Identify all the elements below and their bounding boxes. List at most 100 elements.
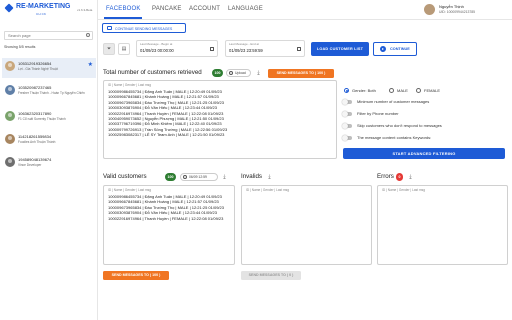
- gender-both-radio[interactable]: [344, 88, 349, 93]
- tab-account[interactable]: ACCOUNT: [189, 6, 220, 12]
- star-icon[interactable]: ★: [88, 62, 93, 68]
- search-icon[interactable]: [86, 33, 90, 37]
- keywords-toggle[interactable]: [342, 135, 352, 141]
- send-messages-invalid-button: SEND MESSAGES TO ( 0 ): [241, 271, 301, 280]
- sidebar: RE-MARKETING CLICK v1.6.3-Beta Showing 5…: [0, 0, 98, 320]
- end-date-field[interactable]: Last Message - End at 01/09/23 23:59:59: [225, 40, 305, 57]
- errors-title: Errors: [377, 173, 394, 180]
- download-icon[interactable]: ⤓: [222, 174, 227, 180]
- send-messages-all-button[interactable]: SEND MESSAGES TO ( 100 ): [268, 69, 334, 78]
- avatar: [5, 61, 15, 71]
- contact-name: F1 Cổ ruất Surrenty Thuận Thành: [18, 117, 66, 121]
- list-header: ID | Name | Gender | Last msg: [108, 83, 152, 87]
- contact-name: Fresher Thuận Thành - Hoàn Tp Nguyễn Chi…: [18, 91, 85, 95]
- list-item: 100003093876904 | Đỗ Văn Hiếu | MALE | 1…: [108, 210, 217, 216]
- upload-icon: [229, 71, 233, 75]
- total-customers-title: Total number of customers retrieved: [103, 69, 202, 76]
- gender-male-label: MALE: [397, 88, 408, 93]
- list-header: ID | Name | Gender | Last msg: [382, 188, 426, 192]
- gender-male-radio[interactable]: [389, 88, 394, 93]
- contact-item[interactable]: 114218261559834 Foodies Anh Thuận Thành: [2, 131, 96, 151]
- upload-button[interactable]: Upload: [226, 69, 251, 77]
- search-input[interactable]: [4, 31, 93, 40]
- contact-name: Vince Developer: [18, 163, 42, 167]
- calendar-icon: ▤: [121, 46, 127, 52]
- contact-item[interactable]: 103520987237465 Fresher Thuận Thành - Ho…: [2, 82, 96, 102]
- message-icon: [107, 26, 112, 30]
- filter-funnel-button[interactable]: ⏷: [103, 43, 115, 55]
- tab-language[interactable]: LANGUAGE: [228, 6, 263, 12]
- contact-id: 103520987237465: [18, 85, 52, 90]
- contact-id: 105312919326654: [18, 61, 52, 66]
- list-header: ID | Name | Gender | Last msg: [246, 188, 290, 192]
- download-icon[interactable]: ⤓: [256, 70, 261, 76]
- continue-sending-button[interactable]: CONTINUE SENDING MESSAGES: [102, 23, 186, 33]
- user-uid: UID: 100009944213785: [439, 10, 476, 14]
- list-item: 100022916974964 | Thanh Huyền | FEMALE |…: [108, 215, 224, 221]
- contact-name: Lợi - Gia Thành Nghệ Thuật: [18, 67, 58, 71]
- download-icon[interactable]: ⤓: [408, 174, 413, 180]
- errors-count-badge: 0: [396, 173, 403, 181]
- contact-id: 194589048139674: [18, 157, 52, 162]
- begin-date-value: 01/09/23 00:00:00: [140, 48, 174, 53]
- end-date-label: Last Message - End at: [229, 42, 260, 46]
- valid-time-badge: 06/09 12:59: [180, 173, 218, 181]
- phone-filter-toggle[interactable]: [342, 111, 352, 117]
- total-count-badge: 100: [212, 69, 223, 77]
- keywords-label: The message content contains Keywords:: [357, 135, 432, 140]
- download-icon[interactable]: ⤓: [267, 174, 272, 180]
- contact-name: Foodies Anh Thuận Thành: [18, 140, 56, 144]
- continue-sending-label: CONTINUE SENDING MESSAGES: [115, 26, 173, 31]
- calendar-range-button[interactable]: ▤: [118, 43, 130, 55]
- begin-date-label: Last Message - Begin at: [140, 42, 173, 46]
- active-tab-indicator: [104, 17, 142, 19]
- valid-customers-list[interactable]: ID | Name | Gender | Last msg 1000099864…: [103, 185, 235, 265]
- continue-button[interactable]: CONTINUE: [373, 42, 417, 56]
- continue-label: CONTINUE: [390, 47, 410, 51]
- errors-list[interactable]: ID | Name | Gender | Last msg: [377, 185, 508, 265]
- logo-title: RE-MARKETING: [16, 3, 71, 10]
- logo-mark-icon: [4, 3, 14, 13]
- phone-filter-label: Filter by Phone number: [357, 111, 399, 116]
- upload-label: Upload: [235, 71, 246, 75]
- funnel-icon: ⏷: [106, 46, 111, 52]
- min-messages-toggle[interactable]: [342, 99, 352, 105]
- begin-date-field[interactable]: Last Message - Begin at 01/09/23 00:00:0…: [136, 40, 218, 57]
- top-nav: FACEBOOK PANCAKE ACCOUNT LANGUAGE Nguyễn…: [98, 0, 512, 20]
- contact-item[interactable]: 105312919326654 Lợi - Gia Thành Nghệ Thu…: [2, 58, 96, 78]
- valid-customers-title: Valid customers: [103, 173, 147, 180]
- skip-unresponsive-toggle[interactable]: [342, 123, 352, 129]
- valid-time: 06/09 12:59: [189, 175, 207, 179]
- contact-id: 106362320317890: [18, 111, 52, 116]
- total-customers-list[interactable]: ID | Name | Gender | Last msg 1000099864…: [103, 80, 337, 159]
- clock-icon: [183, 175, 187, 179]
- list-header: ID | Name | Gender | Last msg: [108, 188, 152, 192]
- logo-subtitle: CLICK: [36, 12, 47, 16]
- tab-pancake[interactable]: PANCAKE: [152, 6, 182, 12]
- list-item: 100025983082317 | LÊ SY Team Anh | MALE …: [108, 132, 225, 138]
- gender-female-label: FEMALE: [424, 88, 441, 93]
- min-messages-label: Minimum number of customer messages: [357, 99, 430, 104]
- invalids-title: Invalids: [241, 173, 262, 180]
- avatar: [5, 85, 15, 95]
- gender-female-radio[interactable]: [416, 88, 421, 93]
- user-name: Nguyễn Thịnh: [439, 4, 464, 9]
- valid-count-badge: 100: [165, 173, 176, 181]
- end-date-value: 01/09/23 23:59:59: [229, 48, 263, 53]
- invalids-list[interactable]: ID | Name | Gender | Last msg: [241, 185, 372, 265]
- calendar-icon[interactable]: [210, 47, 214, 51]
- app-version: v1.6.3-Beta: [77, 8, 93, 12]
- avatar: [5, 134, 15, 144]
- start-advanced-filtering-button[interactable]: START ADVANCED FILTERING: [343, 148, 505, 159]
- calendar-icon[interactable]: [297, 47, 301, 51]
- send-messages-valid-button[interactable]: SEND MESSAGES TO ( 100 ): [103, 271, 169, 280]
- user-avatar[interactable]: [424, 4, 435, 15]
- avatar: [5, 157, 15, 167]
- contact-item[interactable]: 106362320317890 F1 Cổ ruất Surrenty Thuậ…: [2, 108, 96, 128]
- skip-unresponsive-label: Skip customers who don't respond to mess…: [357, 123, 442, 128]
- load-customer-list-button[interactable]: LOAD CUSTOMER LIST: [311, 42, 369, 56]
- tab-facebook[interactable]: FACEBOOK: [106, 6, 141, 12]
- contact-id: 114218261559834: [18, 134, 52, 139]
- contact-item[interactable]: 194589048139674 Vince Developer: [2, 154, 96, 174]
- app-logo: RE-MARKETING CLICK v1.6.3-Beta: [4, 3, 95, 19]
